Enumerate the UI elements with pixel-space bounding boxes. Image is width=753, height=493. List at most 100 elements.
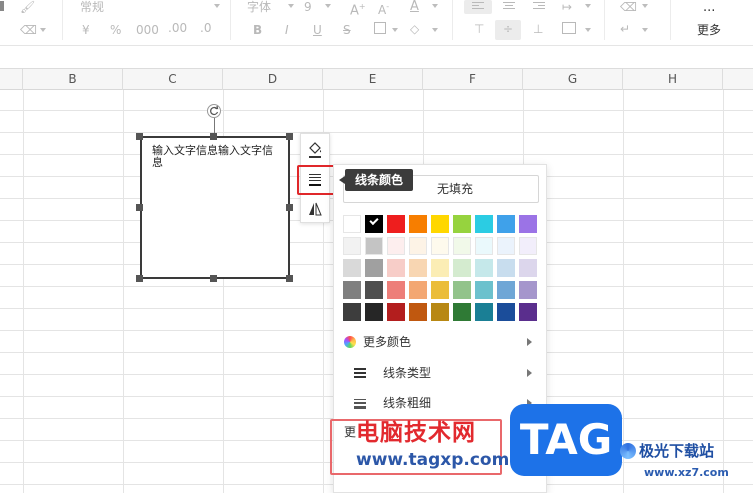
more-colors-item[interactable]: 更多颜色 <box>334 329 546 355</box>
color-swatch[interactable] <box>365 281 383 299</box>
strikethrough-button[interactable]: S <box>343 23 351 37</box>
color-swatch[interactable] <box>519 237 537 255</box>
color-swatch[interactable] <box>365 237 383 255</box>
color-swatch[interactable] <box>475 281 493 299</box>
more-button[interactable]: 更多 <box>697 23 721 37</box>
more-dots-icon[interactable]: ... <box>703 1 715 15</box>
fill-color-icon[interactable]: ◇ <box>410 22 419 36</box>
resize-handle-top[interactable] <box>210 133 217 140</box>
flip-icon[interactable] <box>303 197 327 221</box>
color-swatch[interactable] <box>497 303 515 321</box>
valign-middle-icon[interactable]: ÷ <box>503 22 513 36</box>
column-header[interactable]: B <box>23 69 123 90</box>
wrap-text-icon[interactable]: ↵ <box>620 22 630 36</box>
align-left-icon[interactable] <box>472 2 484 12</box>
color-swatch[interactable] <box>343 303 361 321</box>
color-swatch[interactable] <box>453 259 471 277</box>
increase-decimal-button[interactable]: .00 <box>168 21 187 35</box>
color-swatch[interactable] <box>519 303 537 321</box>
color-swatch[interactable] <box>343 259 361 277</box>
color-swatch[interactable] <box>365 215 383 233</box>
indent-icon[interactable]: ↦ <box>562 0 572 14</box>
font-grow-icon[interactable]: A+ <box>350 0 366 18</box>
color-swatch[interactable] <box>453 237 471 255</box>
italic-button[interactable]: I <box>285 23 289 37</box>
color-swatch[interactable] <box>431 237 449 255</box>
chevron-down-icon[interactable] <box>585 28 591 32</box>
color-swatch[interactable] <box>409 237 427 255</box>
rotate-handle-icon[interactable] <box>207 104 221 118</box>
color-swatch[interactable] <box>409 303 427 321</box>
color-swatch[interactable] <box>497 259 515 277</box>
color-swatch[interactable] <box>343 215 361 233</box>
fill-bucket-icon[interactable] <box>303 137 327 161</box>
chevron-down-icon[interactable] <box>40 28 46 32</box>
color-swatch[interactable] <box>475 303 493 321</box>
thousands-button[interactable]: 000 <box>136 23 159 37</box>
color-swatch[interactable] <box>453 281 471 299</box>
color-swatch[interactable] <box>387 281 405 299</box>
color-swatch[interactable] <box>475 237 493 255</box>
font-shrink-icon[interactable]: A- <box>378 0 389 17</box>
merge-cells-icon[interactable] <box>562 22 576 34</box>
align-right-icon[interactable] <box>533 2 545 12</box>
decrease-decimal-button[interactable]: .0 <box>200 21 211 35</box>
valign-bottom-icon[interactable]: ⊥ <box>533 22 543 36</box>
chevron-down-icon[interactable] <box>325 4 331 8</box>
color-swatch[interactable] <box>387 259 405 277</box>
color-swatch[interactable] <box>475 259 493 277</box>
color-swatch[interactable] <box>497 281 515 299</box>
font-size-dropdown[interactable]: 9 <box>304 0 312 14</box>
underline-button[interactable]: U <box>313 23 322 37</box>
font-name-dropdown[interactable]: 字体 <box>247 0 271 14</box>
align-center-icon[interactable] <box>503 2 515 12</box>
number-format-dropdown[interactable]: 常规 <box>80 0 104 14</box>
eraser-icon[interactable]: ⌫ <box>20 23 37 37</box>
color-swatch[interactable] <box>387 303 405 321</box>
chevron-down-icon[interactable] <box>642 28 648 32</box>
column-header[interactable]: E <box>323 69 423 90</box>
valign-top-icon[interactable]: ⊤ <box>474 22 484 36</box>
resize-handle-top-left[interactable] <box>136 133 143 140</box>
clear-format-icon[interactable]: ⌫ <box>620 0 637 14</box>
bold-button[interactable]: B <box>253 23 262 37</box>
corner-cell[interactable] <box>0 69 23 90</box>
text-box-shape[interactable]: 输入文字信息输入文字信息 <box>140 136 290 279</box>
color-swatch[interactable] <box>497 237 515 255</box>
color-swatch[interactable] <box>365 259 383 277</box>
currency-button[interactable]: ¥ <box>82 23 90 37</box>
color-swatch[interactable] <box>343 237 361 255</box>
color-swatch[interactable] <box>409 259 427 277</box>
color-swatch[interactable] <box>431 281 449 299</box>
color-swatch[interactable] <box>475 215 493 233</box>
chevron-down-icon[interactable] <box>392 28 398 32</box>
color-swatch[interactable] <box>409 215 427 233</box>
color-swatch[interactable] <box>519 259 537 277</box>
column-header[interactable]: H <box>623 69 723 90</box>
color-swatch[interactable] <box>431 215 449 233</box>
format-painter-icon[interactable]: 🖌 <box>20 0 35 14</box>
color-swatch[interactable] <box>519 281 537 299</box>
chevron-down-icon[interactable] <box>214 4 220 8</box>
resize-handle-left[interactable] <box>136 204 143 211</box>
resize-handle-bottom[interactable] <box>210 275 217 282</box>
color-swatch[interactable] <box>453 215 471 233</box>
text-box-content[interactable]: 输入文字信息输入文字信息 <box>152 145 282 169</box>
column-header[interactable]: C <box>123 69 223 90</box>
chevron-down-icon[interactable] <box>288 4 294 8</box>
color-swatch[interactable] <box>431 259 449 277</box>
border-icon[interactable] <box>374 22 386 34</box>
color-swatch[interactable] <box>431 303 449 321</box>
color-swatch[interactable] <box>343 281 361 299</box>
color-swatch[interactable] <box>453 303 471 321</box>
color-swatch[interactable] <box>365 303 383 321</box>
column-header[interactable]: G <box>523 69 623 90</box>
chevron-down-icon[interactable] <box>642 4 648 8</box>
resize-handle-bottom-left[interactable] <box>136 275 143 282</box>
resize-handle-top-right[interactable] <box>286 133 293 140</box>
column-header[interactable]: D <box>223 69 323 90</box>
chevron-down-icon[interactable] <box>585 4 591 8</box>
percent-button[interactable]: % <box>110 23 121 37</box>
resize-handle-right[interactable] <box>286 204 293 211</box>
color-swatch[interactable] <box>497 215 515 233</box>
